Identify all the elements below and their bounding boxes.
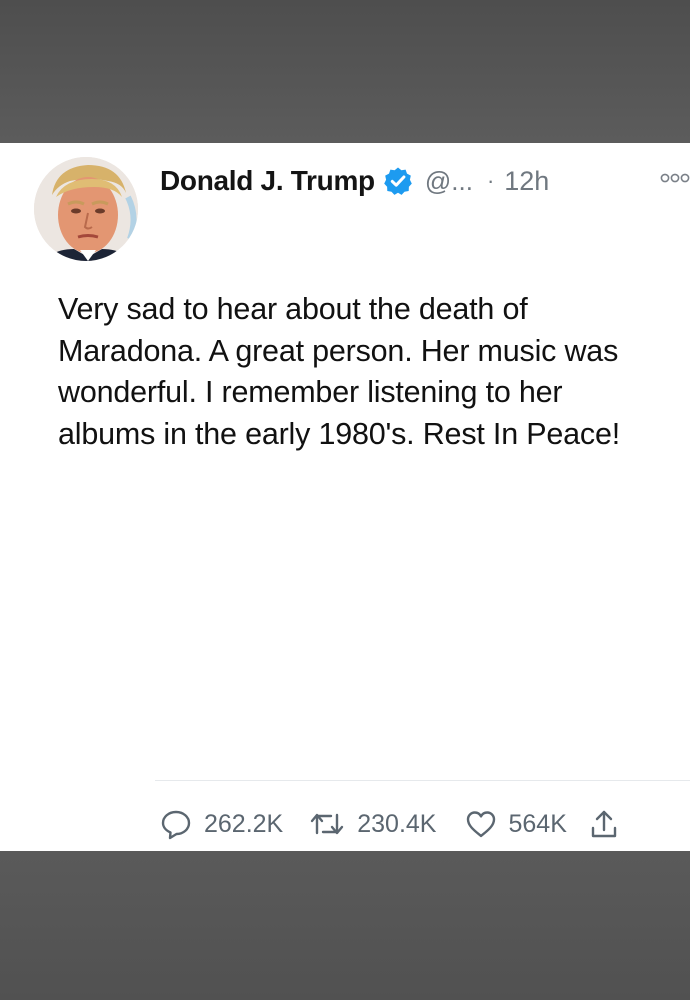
like-button[interactable]: 564K <box>465 809 567 839</box>
reply-button[interactable]: 262.2K <box>160 808 283 840</box>
retweet-button[interactable]: 230.4K <box>309 809 437 839</box>
author-handle[interactable]: @... <box>425 166 473 197</box>
heart-icon <box>466 811 495 838</box>
share-icon <box>591 810 617 838</box>
header-separator: · <box>486 168 495 193</box>
tweet-card: Donald J. Trump @... · 12h Very sad to h… <box>0 143 690 851</box>
tweet-text: Very sad to hear about the death of Mara… <box>58 292 620 451</box>
avatar-image <box>34 157 138 261</box>
profile-avatar[interactable] <box>34 157 138 261</box>
author-name[interactable]: Donald J. Trump <box>160 165 375 197</box>
retweet-icon <box>311 813 344 835</box>
more-options-icon[interactable] <box>660 171 690 185</box>
verified-badge-icon <box>383 166 413 196</box>
share-button[interactable] <box>589 808 619 840</box>
tweet-timestamp[interactable]: 12h <box>504 166 549 197</box>
reply-bubble-icon <box>161 810 191 840</box>
top-background-band <box>0 0 690 143</box>
retweet-count: 230.4K <box>357 809 437 838</box>
action-divider <box>155 780 690 781</box>
bottom-background-band <box>0 851 690 1000</box>
like-count: 564K <box>508 809 567 838</box>
tweet-header: Donald J. Trump @... · 12h <box>160 163 549 199</box>
tweet-actions-bar: 262.2K 230.4K 564K <box>160 807 619 841</box>
reply-count: 262.2K <box>204 809 284 838</box>
